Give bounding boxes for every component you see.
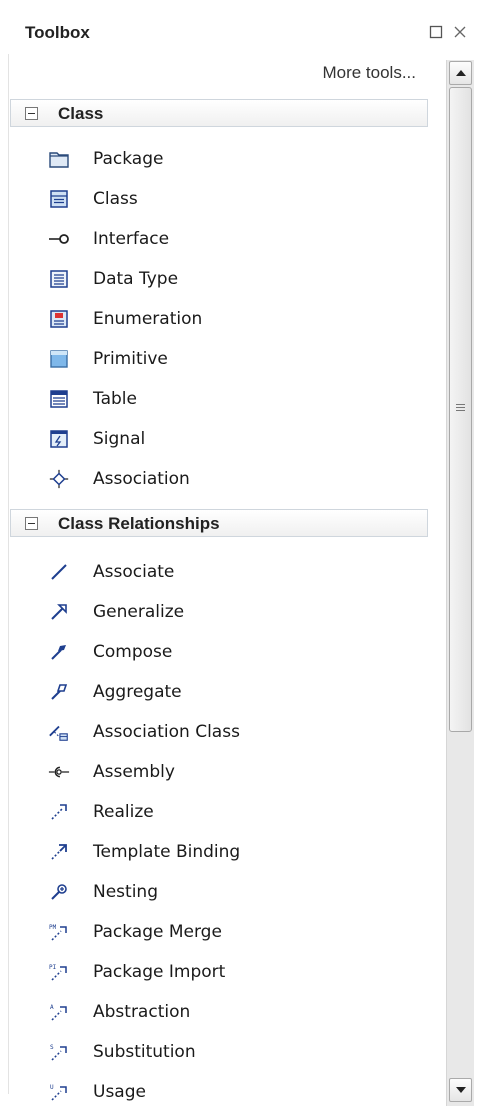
tool-package-merge[interactable]: PM Package Merge	[48, 917, 418, 947]
tool-abstraction[interactable]: A Abstraction	[48, 997, 418, 1027]
substitution-icon: S	[48, 1041, 70, 1063]
collapse-icon[interactable]	[25, 517, 38, 530]
tool-label: Association Class	[93, 722, 240, 742]
tool-label: Substitution	[93, 1042, 196, 1062]
tool-label: Realize	[93, 802, 154, 822]
svg-text:PI: PI	[49, 964, 57, 971]
primitive-icon	[48, 348, 70, 370]
tool-label: Assembly	[93, 762, 175, 782]
abstraction-icon: A	[48, 1001, 70, 1023]
tool-assembly[interactable]: Assembly	[48, 757, 418, 787]
data-type-icon	[48, 268, 70, 290]
tool-label: Package Import	[93, 962, 226, 982]
scroll-down-button[interactable]	[449, 1078, 472, 1102]
tool-label: Compose	[93, 642, 173, 662]
package-merge-icon: PM	[48, 921, 70, 943]
enumeration-icon	[48, 308, 70, 330]
tool-associate[interactable]: Associate	[48, 557, 418, 587]
close-icon[interactable]	[450, 22, 470, 42]
package-icon	[48, 148, 70, 170]
tool-association[interactable]: Association	[48, 464, 418, 494]
tool-label: Template Binding	[93, 842, 241, 862]
tool-data-type[interactable]: Data Type	[48, 264, 418, 294]
tool-package-import[interactable]: PI Package Import	[48, 957, 418, 987]
chevron-down-icon	[455, 1087, 466, 1093]
class-icon	[48, 188, 70, 210]
svg-text:A: A	[50, 1004, 54, 1011]
generalize-icon	[48, 601, 70, 623]
tool-label: Generalize	[93, 602, 185, 622]
tool-substitution[interactable]: S Substitution	[48, 1037, 418, 1067]
toolbox-titlebar: Toolbox	[14, 12, 477, 46]
tool-association-class[interactable]: Association Class	[48, 717, 418, 747]
signal-icon	[48, 428, 70, 450]
tool-label: Aggregate	[93, 682, 182, 702]
realize-icon	[48, 801, 70, 823]
tool-label: Enumeration	[93, 309, 203, 329]
tool-label: Usage	[93, 1082, 146, 1102]
group-label: Class Relationships	[58, 514, 220, 533]
tool-package[interactable]: Package	[48, 144, 418, 174]
svg-text:PM: PM	[49, 924, 57, 931]
template-binding-icon	[48, 841, 70, 863]
tool-primitive[interactable]: Primitive	[48, 344, 418, 374]
tool-label: Associate	[93, 562, 175, 582]
tool-realize[interactable]: Realize	[48, 797, 418, 827]
tool-label: Primitive	[93, 349, 168, 369]
interface-icon	[48, 228, 70, 250]
tool-label: Class	[93, 189, 138, 209]
tool-label: Data Type	[93, 269, 179, 289]
association-class-icon	[48, 721, 70, 743]
tool-label: Package	[93, 149, 164, 169]
tool-enumeration[interactable]: Enumeration	[48, 304, 418, 334]
tool-usage[interactable]: U Usage	[48, 1077, 418, 1107]
tool-generalize[interactable]: Generalize	[48, 597, 418, 627]
associate-icon	[48, 561, 70, 583]
scrollbar-thumb[interactable]	[449, 87, 472, 732]
tool-label: Interface	[93, 229, 170, 249]
svg-text:U: U	[50, 1084, 54, 1091]
group-label: Class	[58, 104, 104, 123]
svg-text:S: S	[50, 1044, 54, 1051]
tool-label: Association	[93, 469, 190, 489]
toolbox-title: Toolbox	[25, 23, 90, 42]
more-tools-link[interactable]: More tools...	[322, 63, 416, 83]
tool-table[interactable]: Table	[48, 384, 418, 414]
tool-class[interactable]: Class	[48, 184, 418, 214]
grip-line	[456, 410, 465, 411]
tool-interface[interactable]: Interface	[48, 224, 418, 254]
nesting-icon	[48, 881, 70, 903]
aggregate-icon	[48, 681, 70, 703]
association-diamond-icon	[48, 468, 70, 490]
collapse-icon[interactable]	[25, 107, 38, 120]
tool-label: Table	[93, 389, 137, 409]
tool-aggregate[interactable]: Aggregate	[48, 677, 418, 707]
scroll-up-button[interactable]	[449, 61, 472, 85]
tool-label: Nesting	[93, 882, 158, 902]
compose-icon	[48, 641, 70, 663]
group-header-class-relationships[interactable]: Class Relationships	[10, 509, 428, 537]
table-icon	[48, 388, 70, 410]
tool-label: Signal	[93, 429, 146, 449]
package-import-icon: PI	[48, 961, 70, 983]
tool-label: Abstraction	[93, 1002, 191, 1022]
grip-line	[456, 407, 465, 408]
tool-compose[interactable]: Compose	[48, 637, 418, 667]
maximize-icon[interactable]	[426, 22, 446, 42]
tool-label: Package Merge	[93, 922, 222, 942]
tool-signal[interactable]: Signal	[48, 424, 418, 454]
vertical-scrollbar[interactable]	[446, 60, 474, 1106]
chevron-up-icon	[455, 70, 466, 76]
tool-template-binding[interactable]: Template Binding	[48, 837, 418, 867]
group-header-class[interactable]: Class	[10, 99, 428, 127]
tool-nesting[interactable]: Nesting	[48, 877, 418, 907]
grip-line	[456, 404, 465, 405]
assembly-icon	[48, 761, 70, 783]
usage-icon: U	[48, 1081, 70, 1103]
